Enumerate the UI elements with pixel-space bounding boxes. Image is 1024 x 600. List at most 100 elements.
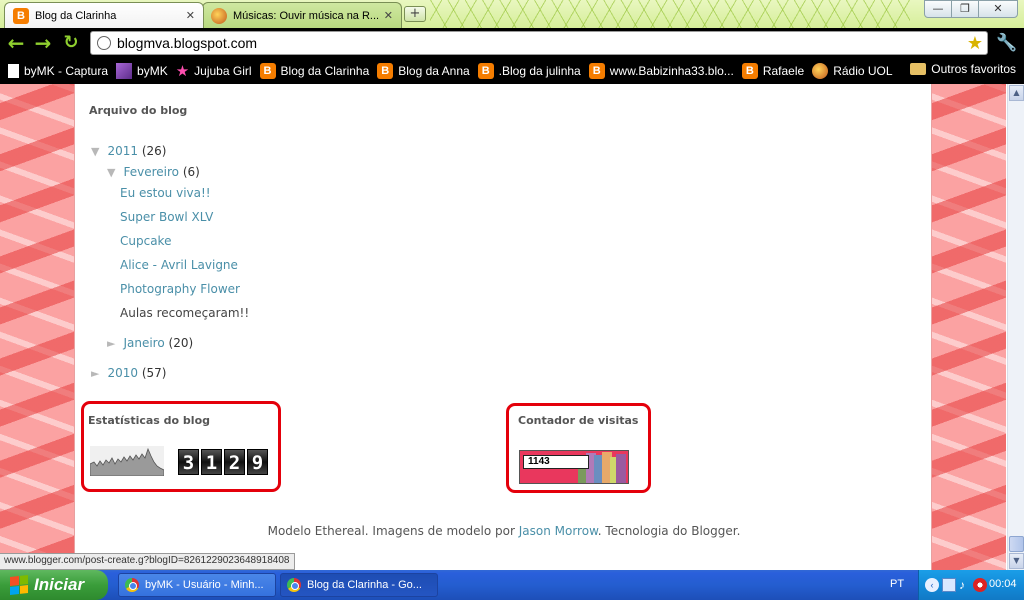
odometer-digit: 9 <box>247 449 268 475</box>
reload-button[interactable]: ↻ <box>60 32 82 54</box>
bookmark-blog-da-anna[interactable]: B Blog da Anna <box>377 63 470 79</box>
archive-year-2011[interactable]: ▼ 2011 (26) <box>91 144 166 158</box>
archive-month-link[interactable]: Fevereiro <box>123 165 179 179</box>
tab-blog-da-clarinha[interactable]: B Blog da Clarinha ✕ <box>4 2 204 28</box>
bookmark-label: .Blog da julinha <box>498 64 581 78</box>
expand-toggle-icon[interactable]: ► <box>107 337 115 350</box>
odometer-digit: 2 <box>224 449 245 475</box>
scroll-down-button[interactable]: ▼ <box>1009 553 1024 569</box>
bookmark-babizinha33[interactable]: B www.Babizinha33.blo... <box>588 63 734 79</box>
blogger-link[interactable]: Blogger <box>691 524 736 538</box>
chrome-icon <box>125 578 139 592</box>
bookmark-bymk-captura[interactable]: byMK - Captura <box>8 64 108 78</box>
visit-counter-widget[interactable]: 1143 <box>519 450 629 484</box>
star-icon: ★ <box>175 63 190 80</box>
browser-toolbar: ← → ↻ blogmva.blogspot.com ★ 🔧 <box>0 28 1024 58</box>
tab-title: Músicas: Ouvir música na R... <box>233 9 380 22</box>
tab-musicas[interactable]: Músicas: Ouvir música na R... ✕ <box>202 2 402 28</box>
archive-post-current: Aulas recomeçaram!! <box>120 306 250 320</box>
scrollbar-thumb[interactable] <box>1009 536 1024 552</box>
globe-icon <box>97 36 111 50</box>
archive-post-link[interactable]: Cupcake <box>120 234 171 248</box>
taskbar-item-bymk[interactable]: byMK - Usuário - Minh... <box>118 573 276 597</box>
address-bar[interactable]: blogmva.blogspot.com ★ <box>90 31 988 55</box>
address-bar-url[interactable]: blogmva.blogspot.com <box>117 35 967 51</box>
new-tab-button[interactable]: + <box>404 6 426 22</box>
bookmark-label: byMK - Captura <box>24 64 109 78</box>
bookmark-jujuba-girl[interactable]: ★ Jujuba Girl <box>176 62 252 80</box>
volume-icon[interactable]: ♪ <box>959 578 973 592</box>
start-button[interactable]: Iniciar <box>0 570 108 600</box>
archive-year-2010[interactable]: ► 2010 (57) <box>91 366 166 380</box>
stats-odometer: 3 1 2 9 <box>178 449 270 475</box>
back-button[interactable]: ← <box>5 32 27 54</box>
close-tab-icon[interactable]: ✕ <box>384 9 393 22</box>
visit-counter-value: 1143 <box>523 455 589 469</box>
system-tray: ‹ ♪ 00:04 <box>918 570 1024 600</box>
blog-column: Arquivo do blog ▼ 2011 (26) ▼ Fevereiro (6… <box>74 84 932 570</box>
vertical-scrollbar[interactable]: ▲ ▼ <box>1007 84 1024 570</box>
chrome-icon <box>287 578 301 592</box>
taskbar-item-label: byMK - Usuário - Minh... <box>145 579 264 591</box>
archive-year-link[interactable]: 2011 <box>107 144 138 158</box>
bookmark-blog-da-clarinha[interactable]: B Blog da Clarinha <box>259 63 370 79</box>
maximize-button[interactable]: ❐ <box>951 0 979 18</box>
bookmark-blog-da-julinha[interactable]: B .Blog da julinha <box>477 63 581 79</box>
page-viewport[interactable]: Arquivo do blog ▼ 2011 (26) ▼ Fevereiro (6… <box>0 84 1024 570</box>
archive-count: (20) <box>168 336 194 350</box>
expand-toggle-icon[interactable]: ► <box>91 367 99 380</box>
archive-post-link[interactable]: Super Bowl XLV <box>120 210 213 224</box>
author-link[interactable]: Jason Morrow <box>519 524 598 538</box>
windows-taskbar: Iniciar byMK - Usuário - Minh... Blog da… <box>0 570 1024 600</box>
antivirus-icon[interactable] <box>973 578 987 592</box>
close-tab-icon[interactable]: ✕ <box>186 9 195 22</box>
archive-month-link[interactable]: Janeiro <box>123 336 164 350</box>
archive-month-janeiro[interactable]: ► Janeiro (20) <box>107 336 193 350</box>
other-bookmarks-folder[interactable]: Outros favoritos <box>910 62 1016 76</box>
archive-heading: Arquivo do blog <box>89 104 188 117</box>
other-bookmarks-label: Outros favoritos <box>931 62 1016 76</box>
stats-sparkline <box>90 446 164 476</box>
clock[interactable]: 00:04 <box>989 578 1017 590</box>
tabstrip-background-pattern <box>430 0 910 28</box>
windows-flag-icon <box>10 575 28 595</box>
odometer-digit: 1 <box>201 449 222 475</box>
bookmark-label: Rádio UOL <box>833 64 893 78</box>
footer-text: . <box>736 524 741 538</box>
radio-uol-icon <box>812 63 829 79</box>
network-icon[interactable] <box>942 578 956 592</box>
bookmark-rafaele[interactable]: B Rafaele <box>741 63 804 79</box>
archive-year-link[interactable]: 2010 <box>107 366 138 380</box>
minimize-button[interactable]: — <box>924 0 952 18</box>
blogger-icon: B <box>588 63 605 79</box>
stats-heading: Estatísticas do blog <box>88 414 211 427</box>
collapse-toggle-icon[interactable]: ▼ <box>107 166 115 179</box>
blogger-icon: B <box>13 7 29 24</box>
bookmark-label: Blog da Clarinha <box>280 64 370 78</box>
bookmark-star-icon[interactable]: ★ <box>967 33 983 54</box>
close-window-button[interactable]: ✕ <box>978 0 1018 18</box>
bookmark-label: www.Babizinha33.blo... <box>609 64 734 78</box>
taskbar-item-blog-da-clarinha[interactable]: Blog da Clarinha - Go... <box>280 573 438 597</box>
collapse-toggle-icon[interactable]: ▼ <box>91 145 99 158</box>
archive-post-link[interactable]: Alice - Avril Lavigne <box>120 258 238 272</box>
tab-title: Blog da Clarinha <box>35 9 117 22</box>
bookmarks-bar: byMK - Captura byMK ★ Jujuba Girl B Blog… <box>0 58 1024 84</box>
bookmark-bymk[interactable]: byMK <box>116 63 168 79</box>
language-indicator[interactable]: PT <box>890 578 904 590</box>
scroll-up-button[interactable]: ▲ <box>1009 85 1024 101</box>
radio-uol-icon <box>211 7 227 24</box>
archive-month-fevereiro[interactable]: ▼ Fevereiro (6) <box>107 165 200 179</box>
document-icon <box>8 64 19 78</box>
bookmark-radio-uol[interactable]: Rádio UOL <box>812 63 893 79</box>
show-hidden-icons-icon[interactable]: ‹ <box>925 578 939 592</box>
archive-post-link[interactable]: Eu estou viva!! <box>120 186 211 200</box>
bymk-icon <box>116 63 133 79</box>
blogger-icon: B <box>477 63 494 79</box>
archive-count: (26) <box>141 144 167 158</box>
wrench-menu-icon[interactable]: 🔧 <box>996 32 1018 54</box>
forward-button[interactable]: → <box>32 32 54 54</box>
blogger-icon: B <box>741 63 758 79</box>
archive-post-link[interactable]: Photography Flower <box>120 282 240 296</box>
folder-icon <box>910 63 927 75</box>
